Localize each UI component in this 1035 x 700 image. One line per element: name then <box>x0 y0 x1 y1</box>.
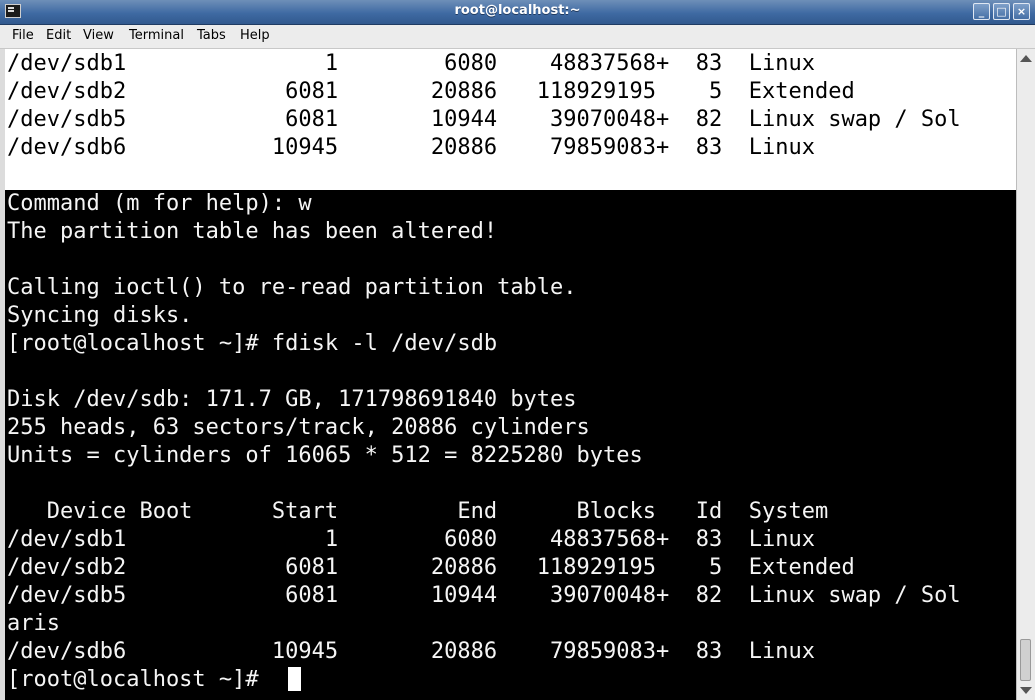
terminal-window: root@localhost:~ _ □ × File Edit View Te… <box>0 0 1035 700</box>
window-title: root@localhost:~ <box>454 3 581 18</box>
title-bar[interactable]: root@localhost:~ _ □ × <box>0 0 1035 25</box>
terminal-output[interactable]: /dev/sdb1 1 6080 48837568+ 83 Linux /dev… <box>0 49 1016 700</box>
terminal-line: [root@localhost ~]# fdisk -l /dev/sdb <box>7 331 498 356</box>
terminal-line: The partition table has been altered! <box>7 219 498 244</box>
menu-tabs[interactable]: Tabs <box>197 28 226 43</box>
terminal-line: Syncing disks. <box>7 303 193 328</box>
menu-file[interactable]: File <box>12 28 34 43</box>
terminal-line: Calling ioctl() to re-read partition tab… <box>7 275 577 300</box>
minimize-button[interactable]: _ <box>973 3 990 20</box>
partition-row-sdb2: /dev/sdb2 6081 20886 118929195 5 Extende… <box>7 555 855 580</box>
partition-row-sdb2-top: /dev/sdb2 6081 20886 118929195 5 Extende… <box>7 79 855 104</box>
partition-row-sdb6: /dev/sdb6 10945 20886 79859083+ 83 Linux <box>7 639 815 664</box>
terminal-line: Units = cylinders of 16065 * 512 = 82252… <box>7 443 643 468</box>
partition-row-sdb5: /dev/sdb5 6081 10944 39070048+ 82 Linux … <box>7 583 961 608</box>
partition-row-sdb6-top: /dev/sdb6 10945 20886 79859083+ 83 Linux <box>7 135 815 160</box>
shell-prompt[interactable]: [root@localhost ~]# <box>7 666 272 694</box>
menu-terminal[interactable]: Terminal <box>129 28 184 43</box>
partition-row-sdb5-top: /dev/sdb5 6081 10944 39070048+ 82 Linux … <box>7 107 961 132</box>
menu-edit[interactable]: Edit <box>46 28 71 43</box>
close-button[interactable]: × <box>1013 3 1030 20</box>
menu-view[interactable]: View <box>83 28 114 43</box>
partition-row-sdb1-top: /dev/sdb1 1 6080 48837568+ 83 Linux <box>7 51 815 76</box>
scrollbar-thumb[interactable] <box>1020 639 1031 681</box>
terminal-line: 255 heads, 63 sectors/track, 20886 cylin… <box>7 415 590 440</box>
scroll-down-icon[interactable] <box>1020 687 1032 694</box>
terminal-line: Disk /dev/sdb: 171.7 GB, 171798691840 by… <box>7 387 577 412</box>
maximize-button[interactable]: □ <box>993 3 1010 20</box>
menu-bar: File Edit View Terminal Tabs Help <box>0 25 1035 49</box>
scroll-up-icon[interactable] <box>1020 55 1032 62</box>
wrapped-line: aris <box>7 611 60 636</box>
terminal-line: Command (m for help): w <box>7 191 312 216</box>
partition-row-sdb1: /dev/sdb1 1 6080 48837568+ 83 Linux <box>7 527 815 552</box>
menu-help[interactable]: Help <box>240 28 270 43</box>
vertical-scrollbar[interactable] <box>1016 49 1035 700</box>
partition-table-header: Device Boot Start End Blocks Id System <box>7 499 829 524</box>
text-cursor <box>288 667 301 691</box>
